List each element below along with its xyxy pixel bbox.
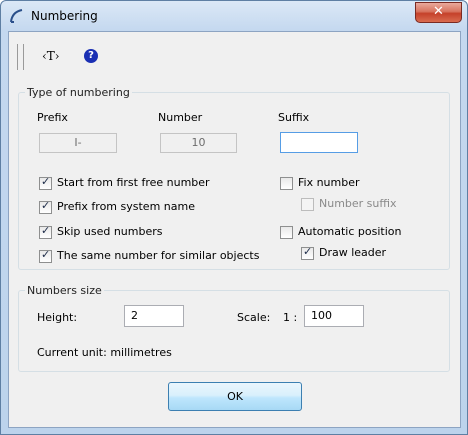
ok-button[interactable]: OK bbox=[168, 382, 302, 411]
checkbox-label: Number suffix bbox=[319, 197, 397, 210]
checkbox-box[interactable] bbox=[39, 175, 52, 190]
number-label: Number bbox=[158, 111, 203, 124]
group-title: Type of numbering bbox=[25, 86, 132, 99]
current-unit-text: Current unit: millimetres bbox=[37, 346, 172, 359]
help-icon[interactable]: ? bbox=[84, 49, 98, 63]
checkbox-label: Prefix from system name bbox=[57, 200, 195, 213]
close-icon: ✕ bbox=[433, 4, 444, 19]
automatic-position-checkbox[interactable]: Automatic position bbox=[280, 225, 430, 241]
numbering-dialog: Numbering ✕ ‹T› ? Type of numbering Pref… bbox=[0, 0, 468, 435]
checkbox-box[interactable] bbox=[39, 248, 52, 263]
prefix-label: Prefix bbox=[37, 111, 68, 124]
checkbox-label: Draw leader bbox=[319, 246, 387, 259]
numbers-size-group: Numbers size Height: 2 Scale: 1 : 100 Cu… bbox=[18, 284, 450, 372]
suffix-label: Suffix bbox=[278, 111, 310, 124]
height-label: Height: bbox=[37, 311, 78, 324]
toolbar-grip-icon[interactable] bbox=[17, 44, 24, 70]
fix-number-checkbox[interactable]: Fix number bbox=[280, 176, 420, 192]
text-tool-icon[interactable]: ‹T› bbox=[42, 49, 60, 63]
checkbox-label: Start from first free number bbox=[57, 176, 210, 189]
checkbox-label: Fix number bbox=[298, 176, 360, 189]
type-of-numbering-group: Type of numbering Prefix I- Number 10 Su… bbox=[18, 86, 450, 270]
skip-used-checkbox[interactable]: Skip used numbers bbox=[39, 224, 239, 241]
window-title: Numbering bbox=[31, 9, 98, 23]
checkbox-box[interactable] bbox=[301, 245, 314, 260]
scale-field[interactable]: 100 bbox=[304, 305, 364, 327]
close-button[interactable]: ✕ bbox=[415, 2, 462, 23]
checkbox-box[interactable] bbox=[280, 177, 293, 190]
app-icon bbox=[10, 9, 23, 23]
checkbox-label: Automatic position bbox=[298, 225, 402, 238]
prefix-system-name-checkbox[interactable]: Prefix from system name bbox=[39, 199, 239, 216]
checkbox-box[interactable] bbox=[39, 224, 52, 239]
suffix-field[interactable] bbox=[280, 132, 358, 153]
checkbox-label: Skip used numbers bbox=[57, 225, 163, 238]
dialog-client-area: ‹T› ? Type of numbering Prefix I- Number… bbox=[8, 31, 461, 428]
group-title: Numbers size bbox=[25, 284, 104, 297]
title-bar[interactable]: Numbering ✕ bbox=[1, 1, 467, 31]
checkbox-box bbox=[301, 198, 314, 211]
checkbox-label: The same number for similar objects bbox=[57, 249, 260, 262]
checkbox-box[interactable] bbox=[39, 199, 52, 214]
same-number-similar-checkbox[interactable]: The same number for similar objects bbox=[39, 248, 260, 265]
number-field[interactable]: 10 bbox=[160, 133, 237, 153]
checkbox-box[interactable] bbox=[280, 226, 293, 239]
start-first-free-checkbox[interactable]: Start from first free number bbox=[39, 175, 239, 192]
height-field[interactable]: 2 bbox=[124, 305, 184, 327]
prefix-field[interactable]: I- bbox=[39, 133, 117, 153]
scale-label: Scale: bbox=[237, 311, 271, 324]
scale-ratio-prefix: 1 : bbox=[283, 311, 298, 324]
number-suffix-checkbox: Number suffix bbox=[301, 197, 441, 213]
draw-leader-checkbox[interactable]: Draw leader bbox=[301, 245, 421, 262]
